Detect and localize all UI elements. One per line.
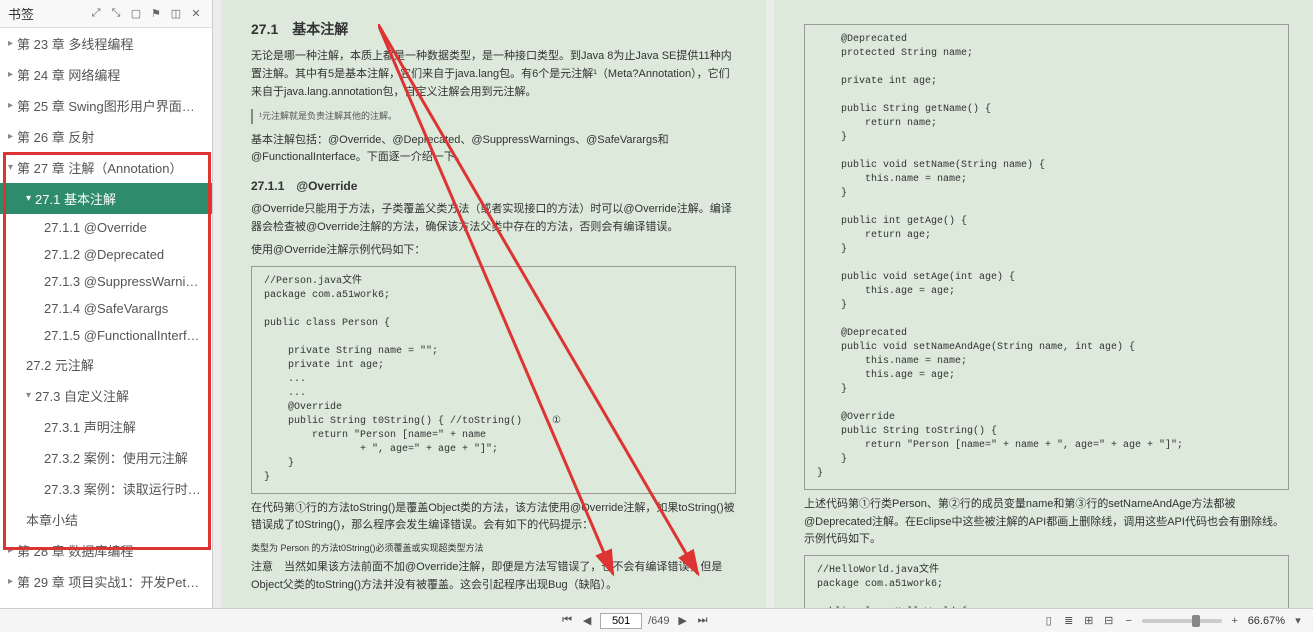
toc-item-label: 第 26 章 反射 — [17, 127, 94, 146]
toc-item-label: 第 28 章 数据库编程 — [17, 541, 133, 560]
bookmark-icon[interactable]: ▢ — [128, 6, 144, 22]
toc-item[interactable]: ▸ 第 24 章 网络编程 — [0, 59, 212, 90]
toc-item[interactable]: ▾ 27.3 自定义注解 — [0, 380, 212, 411]
document-viewport[interactable]: 27.1 基本注解 无论是哪一种注解，本质上都是一种数据类型，是一种接口类型。到… — [213, 0, 1313, 608]
view-mode-4-icon[interactable]: ⊟ — [1102, 614, 1116, 628]
toc-item[interactable]: ▸ 第 23 章 多线程编程 — [0, 28, 212, 59]
paragraph: 在代码第①行的方法toString()是覆盖Object类的方法，该方法使用@O… — [251, 500, 736, 535]
toc-item-label: 27.1.2 @Deprecated — [44, 247, 164, 262]
paragraph: 基本注解包括：@Override、@Deprecated、@SuppressWa… — [251, 132, 736, 167]
expand-icon[interactable]: ⤢ — [88, 6, 104, 22]
toc-item-label: 27.3.2 案例：使用元注解 — [44, 448, 188, 467]
paragraph: @Override只能用于方法，子类覆盖父类方法（或者实现接口的方法）时可以@O… — [251, 201, 736, 236]
sidebar-header: 书签 ⤢ ⤡ ▢ ⚑ ◫ ✕ — [0, 0, 212, 28]
section-heading: 27.1 基本注解 — [251, 18, 736, 40]
toc-item-label: 27.1.3 @SuppressWarni… — [44, 274, 198, 289]
toc-arrow-icon: ▸ — [8, 545, 13, 556]
view-mode-2-icon[interactable]: ≣ — [1062, 614, 1076, 628]
toc-item[interactable]: 27.2 元注解 — [0, 349, 212, 380]
toc-item[interactable]: 27.1.2 @Deprecated — [0, 241, 212, 268]
code-block: //Person.java文件 package com.a51work6; pu… — [251, 266, 736, 494]
toc-arrow-icon: ▾ — [8, 162, 13, 173]
toc-item-label: 27.2 元注解 — [26, 355, 94, 374]
status-bar: ⏮ ◀ /649 ▶ ⏭ ▯ ≣ ⊞ ⊟ − + 66.67% ▾ — [0, 608, 1313, 632]
toc-item-label: 第 23 章 多线程编程 — [17, 34, 133, 53]
toc-arrow-icon: ▸ — [8, 131, 13, 142]
compiler-message: 类型为 Person 的方法t0String()必须覆盖或实现超类型方法 — [251, 541, 736, 555]
last-page-button[interactable]: ⏭ — [696, 614, 710, 628]
note-paragraph: 注意 当然如果该方法前面不加@Override注解，即便是方法写错误了，也不会有… — [251, 559, 736, 594]
zoom-level-label: 66.67% — [1248, 615, 1285, 627]
toc-item-label: 27.1.5 @FunctionalInterf… — [44, 328, 200, 343]
zoom-in-button[interactable]: + — [1228, 614, 1242, 628]
toc-item[interactable]: 27.1.5 @FunctionalInterf… — [0, 322, 212, 349]
page-left: 27.1 基本注解 无论是哪一种注解，本质上都是一种数据类型，是一种接口类型。到… — [221, 0, 766, 608]
next-page-button[interactable]: ▶ — [676, 614, 690, 628]
toc-item[interactable]: ▾ 27.1 基本注解 — [0, 183, 212, 214]
toc-item-label: 27.3.3 案例：读取运行时… — [44, 479, 201, 498]
toc-item[interactable]: 27.1.4 @SafeVarargs — [0, 295, 212, 322]
toc-item[interactable]: 本章小结 — [0, 504, 212, 535]
toc-item[interactable]: ▸ 第 26 章 反射 — [0, 121, 212, 152]
toc-arrow-icon: ▸ — [8, 576, 13, 587]
toc-arrow-icon: ▾ — [26, 390, 31, 401]
toc-arrow-icon: ▸ — [8, 69, 13, 80]
close-icon[interactable]: ✕ — [188, 6, 204, 22]
collapse-icon[interactable]: ⤡ — [108, 6, 124, 22]
prev-page-button[interactable]: ◀ — [580, 614, 594, 628]
toc-item-label: 第 29 章 项目实战1：开发Pet… — [17, 572, 199, 591]
zoom-out-button[interactable]: − — [1122, 614, 1136, 628]
page-number-input[interactable] — [600, 613, 642, 629]
view-mode-3-icon[interactable]: ⊞ — [1082, 614, 1096, 628]
toc-item-label: 27.3.1 声明注解 — [44, 417, 136, 436]
toc-item-label: 27.3 自定义注解 — [35, 386, 129, 405]
toc-item-label: 27.1 基本注解 — [35, 189, 116, 208]
paragraph: 上述代码第①行类Person、第②行的成员变量name和第③行的setNameA… — [804, 496, 1289, 549]
toc-item[interactable]: ▸ 第 28 章 数据库编程 — [0, 535, 212, 566]
code-block: //HelloWorld.java文件 package com.a51work6… — [804, 555, 1289, 608]
toc-item-label: 第 25 章 Swing图形用户界面… — [17, 96, 195, 115]
toc-item-label: 第 24 章 网络编程 — [17, 65, 120, 84]
subsection-heading: 27.1.1 @Override — [251, 177, 736, 196]
toc-item-label: 27.1.4 @SafeVarargs — [44, 301, 168, 316]
toc-item-label: 27.1.1 @Override — [44, 220, 147, 235]
toc-item[interactable]: 27.3.3 案例：读取运行时… — [0, 473, 212, 504]
toc-arrow-icon: ▾ — [26, 193, 31, 204]
toc-list: ▸ 第 23 章 多线程编程 ▸ 第 24 章 网络编程 ▸ 第 25 章 Swing图形… — [0, 28, 212, 597]
toc-item[interactable]: ▸ 第 25 章 Swing图形用户界面… — [0, 90, 212, 121]
toc-item[interactable]: 27.3.2 案例：使用元注解 — [0, 442, 212, 473]
toc-item-label: 第 27 章 注解（Annotation） — [17, 158, 182, 177]
bookmarks-sidebar: 书签 ⤢ ⤡ ▢ ⚑ ◫ ✕ ▸ 第 23 章 多线程编程 ▸ 第 24 章 网络编程… — [0, 0, 213, 608]
page-right: @Deprecated protected String name; priva… — [774, 0, 1313, 608]
view-mode-1-icon[interactable]: ▯ — [1042, 614, 1056, 628]
page-total-label: /649 — [648, 615, 669, 627]
sidebar-title: 书签 — [8, 4, 34, 23]
toc-item-label: 本章小结 — [26, 510, 78, 529]
toc-item[interactable]: ▸ 第 29 章 项目实战1：开发Pet… — [0, 566, 212, 597]
code-block: @Deprecated protected String name; priva… — [804, 24, 1289, 490]
toc-arrow-icon: ▸ — [8, 38, 13, 49]
toc-arrow-icon: ▸ — [8, 100, 13, 111]
first-page-button[interactable]: ⏮ — [560, 614, 574, 628]
toc-item[interactable]: 27.3.1 声明注解 — [0, 411, 212, 442]
toc-item[interactable]: ▾ 第 27 章 注解（Annotation） — [0, 152, 212, 183]
flag-icon[interactable]: ⚑ — [148, 6, 164, 22]
paragraph: 使用@Override注解示例代码如下： — [251, 242, 736, 260]
zoom-dropdown-icon[interactable]: ▾ — [1291, 614, 1305, 628]
toc-item[interactable]: 27.1.3 @SuppressWarni… — [0, 268, 212, 295]
zoom-slider[interactable] — [1142, 619, 1222, 623]
footnote: ¹元注解就是负责注解其他的注解。 — [251, 109, 736, 123]
paragraph: 无论是哪一种注解，本质上都是一种数据类型，是一种接口类型。到Java 8为止Ja… — [251, 48, 736, 101]
toc-item[interactable]: 27.1.1 @Override — [0, 214, 212, 241]
panel-icon[interactable]: ◫ — [168, 6, 184, 22]
